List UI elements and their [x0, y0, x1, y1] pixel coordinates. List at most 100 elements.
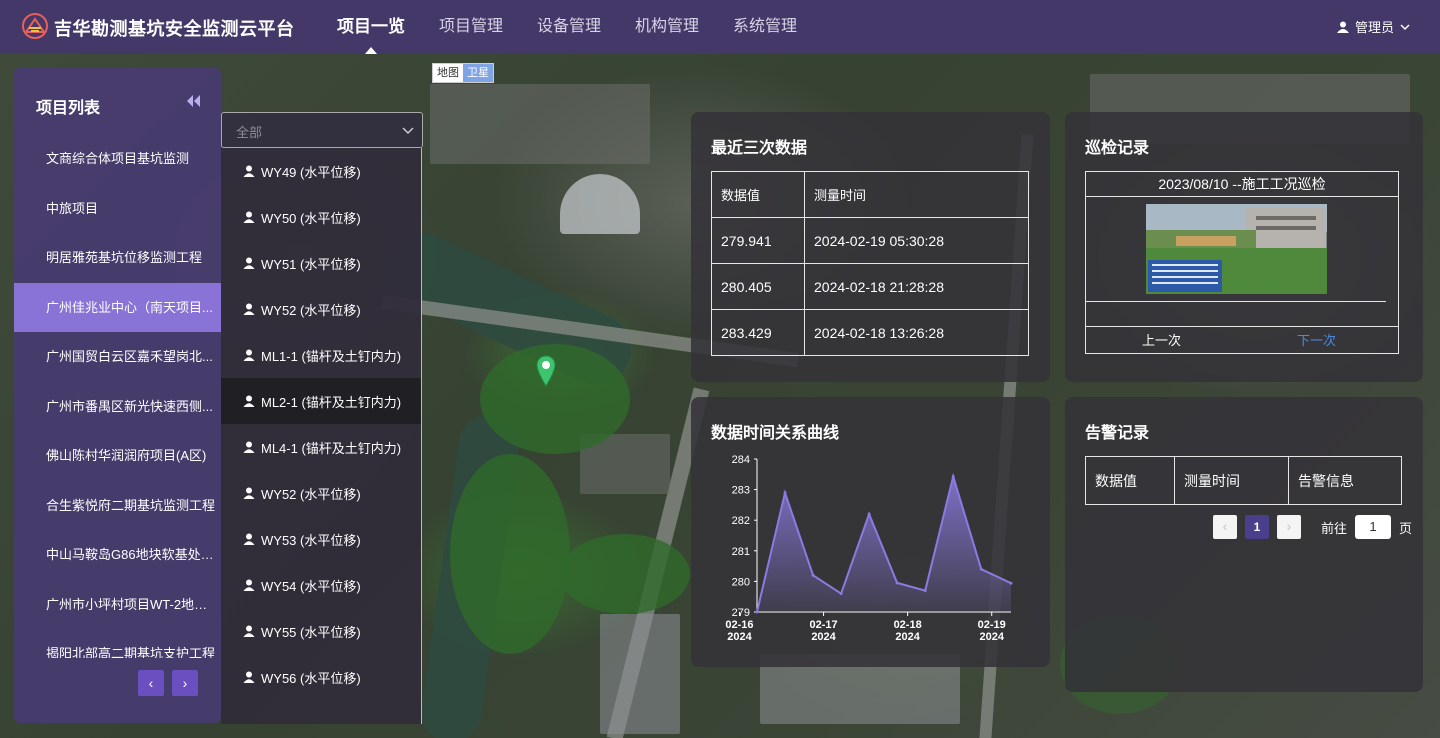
patrol-record-box: 2023/08/10 --施工工况巡检 上一次 下一次 — [1085, 171, 1399, 354]
alarm-table: 数据值 测量时间 告警信息 — [1085, 456, 1402, 505]
nav-project-overview[interactable]: 项目一览 — [320, 0, 422, 54]
x-tick-label: 02-19 — [978, 619, 1006, 631]
chevron-down-icon — [1400, 23, 1410, 30]
alarm-prev-button[interactable]: ‹ — [1213, 515, 1237, 539]
goto-label: 前往 — [1321, 520, 1348, 536]
point-label: WY52 (水平位移) — [261, 302, 361, 318]
data-point — [895, 581, 899, 585]
y-tick-label: 281 — [732, 546, 750, 558]
user-menu[interactable]: 管理员 — [1336, 17, 1410, 36]
map-type-map[interactable]: 地图 — [433, 64, 463, 82]
project-list-item[interactable]: 广州市番禺区新光快速西侧... — [14, 382, 221, 432]
point-list-item[interactable]: WY53 (水平位移) — [221, 516, 421, 562]
x-tick-label: 02-16 — [725, 619, 753, 631]
person-icon — [243, 303, 255, 315]
table-row: 283.429 2024-02-18 13:26:28 — [711, 309, 1029, 356]
point-list-item[interactable]: WY52 (水平位移) — [221, 470, 421, 516]
data-point — [1009, 581, 1013, 585]
point-label: WY52 (水平位移) — [261, 486, 361, 502]
nav-org-management[interactable]: 机构管理 — [618, 0, 716, 54]
person-icon — [243, 211, 255, 223]
column-header: 告警信息 — [1288, 456, 1402, 505]
logo-icon — [22, 13, 48, 39]
main-nav: 项目一览 项目管理 设备管理 机构管理 系统管理 — [320, 0, 814, 54]
point-label: ML4-1 (锚杆及土钉内力) — [261, 440, 402, 456]
table-header-row: 数据值 测量时间 — [711, 171, 1029, 218]
top-navbar: 吉华勘测基坑安全监测云平台 项目一览 项目管理 设备管理 机构管理 系统管理 管… — [0, 0, 1440, 54]
point-list-item[interactable]: ML2-1 (锚杆及土钉内力) — [221, 378, 421, 424]
alarm-pager: ‹ 1 › 前往 1 页 — [1213, 515, 1412, 539]
x-tick-year: 2024 — [811, 631, 836, 643]
point-list-item[interactable]: WY49 (水平位移) — [221, 148, 421, 194]
project-list-item[interactable]: 广州佳兆业中心（南天项目... — [14, 282, 221, 332]
data-time-chart: 27928028128228328402-16202402-17202402-1… — [725, 454, 1013, 643]
project-list-item[interactable]: 合生紫悦府二期基坑监测工程 — [14, 481, 221, 531]
point-list-item[interactable]: WY52 (水平位移) — [221, 286, 421, 332]
nav-device-management[interactable]: 设备管理 — [520, 0, 618, 54]
column-header: 测量时间 — [804, 171, 1029, 218]
point-list-item[interactable]: WY54 (水平位移) — [221, 562, 421, 608]
point-list-item[interactable]: ML4-1 (锚杆及土钉内力) — [221, 424, 421, 470]
patrol-prev-link[interactable]: 上一次 — [1142, 330, 1181, 349]
project-list-item[interactable]: 佛山陈村华润润府项目(A区) — [14, 431, 221, 481]
patrol-record-card: 巡检记录 2023/08/10 --施工工况巡检 上一次 下一次 — [1065, 112, 1423, 382]
project-list-item[interactable]: 中山马鞍岛G86地块软基处理... — [14, 530, 221, 580]
point-list-item[interactable]: WY50 (水平位移) — [221, 194, 421, 240]
alarm-page-number[interactable]: 1 — [1245, 515, 1269, 539]
person-icon — [243, 165, 255, 177]
project-list-item[interactable]: 广州国贸白云区嘉禾望岗北... — [14, 332, 221, 382]
nav-system-management[interactable]: 系统管理 — [716, 0, 814, 54]
map-type-satellite[interactable]: 卫星 — [463, 64, 493, 82]
point-label: WY54 (水平位移) — [261, 578, 361, 594]
point-label: WY50 (水平位移) — [261, 210, 361, 226]
alarm-next-button[interactable]: › — [1277, 515, 1301, 539]
chevron-down-icon — [402, 127, 414, 134]
person-icon — [243, 625, 255, 637]
patrol-record-header: 2023/08/10 --施工工况巡检 — [1086, 172, 1398, 197]
column-header: 数据值 — [1085, 456, 1175, 505]
x-tick-year: 2024 — [727, 631, 752, 643]
point-select[interactable]: 全部 — [221, 112, 423, 148]
x-tick-year: 2024 — [979, 631, 1004, 643]
point-list-item[interactable]: WY51 (水平位移) — [221, 240, 421, 286]
y-tick-label: 283 — [732, 485, 750, 497]
project-list-panel: 项目列表 文商综合体项目基坑监测 中旅项目 明居雅苑基坑位移监测工程 广州佳兆业中心（… — [14, 68, 221, 723]
data-point — [783, 491, 787, 495]
project-list-item[interactable]: 揭阳北部高二期基坑支护工程 — [14, 629, 221, 658]
data-value-cell: 279.941 — [711, 217, 805, 264]
project-prev-button[interactable]: ‹ — [138, 670, 164, 696]
point-select-placeholder: 全部 — [236, 125, 263, 140]
point-label: WY56 (水平位移) — [261, 670, 361, 686]
nav-project-management[interactable]: 项目管理 — [422, 0, 520, 54]
map-marker-icon[interactable] — [536, 355, 556, 387]
page-unit-label: 页 — [1399, 520, 1413, 536]
project-list-item[interactable]: 文商综合体项目基坑监测 — [14, 134, 221, 184]
user-name: 管理员 — [1354, 20, 1394, 35]
project-list-pager: ‹ › — [138, 670, 198, 696]
goto-page-input[interactable]: 1 — [1355, 515, 1392, 539]
person-icon — [243, 671, 255, 683]
patrol-photo[interactable] — [1146, 204, 1327, 294]
table-row: 280.405 2024-02-18 21:28:28 — [711, 263, 1029, 310]
project-list-item[interactable]: 中旅项目 — [14, 184, 221, 234]
measure-time-cell: 2024-02-19 05:30:28 — [804, 217, 1029, 264]
data-point — [811, 573, 815, 577]
map-type-toggle: 地图 卫星 — [432, 63, 494, 83]
point-label: WY51 (水平位移) — [261, 256, 361, 272]
project-list-item[interactable]: 明居雅苑基坑位移监测工程 — [14, 233, 221, 283]
point-list-item[interactable]: ML1-1 (锚杆及土钉内力) — [221, 332, 421, 378]
patrol-next-link[interactable]: 下一次 — [1297, 330, 1336, 349]
project-list-item[interactable]: 广州市小坪村项目WT-2地块... — [14, 580, 221, 630]
collapse-icon[interactable] — [186, 94, 202, 108]
person-icon — [243, 533, 255, 545]
point-list-item[interactable]: WY55 (水平位移) — [221, 608, 421, 654]
point-label: WY49 (水平位移) — [261, 164, 361, 180]
y-tick-label: 280 — [732, 576, 750, 588]
app-title: 吉华勘测基坑安全监测云平台 — [54, 19, 295, 39]
point-list-item[interactable]: WY56 (水平位移) — [221, 654, 421, 700]
person-icon — [243, 579, 255, 591]
alarm-record-card: 告警记录 数据值 测量时间 告警信息 ‹ 1 › 前往 1 页 — [1065, 397, 1423, 692]
project-next-button[interactable]: › — [172, 670, 198, 696]
data-value-cell: 283.429 — [711, 309, 805, 356]
project-list: 文商综合体项目基坑监测 中旅项目 明居雅苑基坑位移监测工程 广州佳兆业中心（南天项目.… — [14, 134, 221, 658]
